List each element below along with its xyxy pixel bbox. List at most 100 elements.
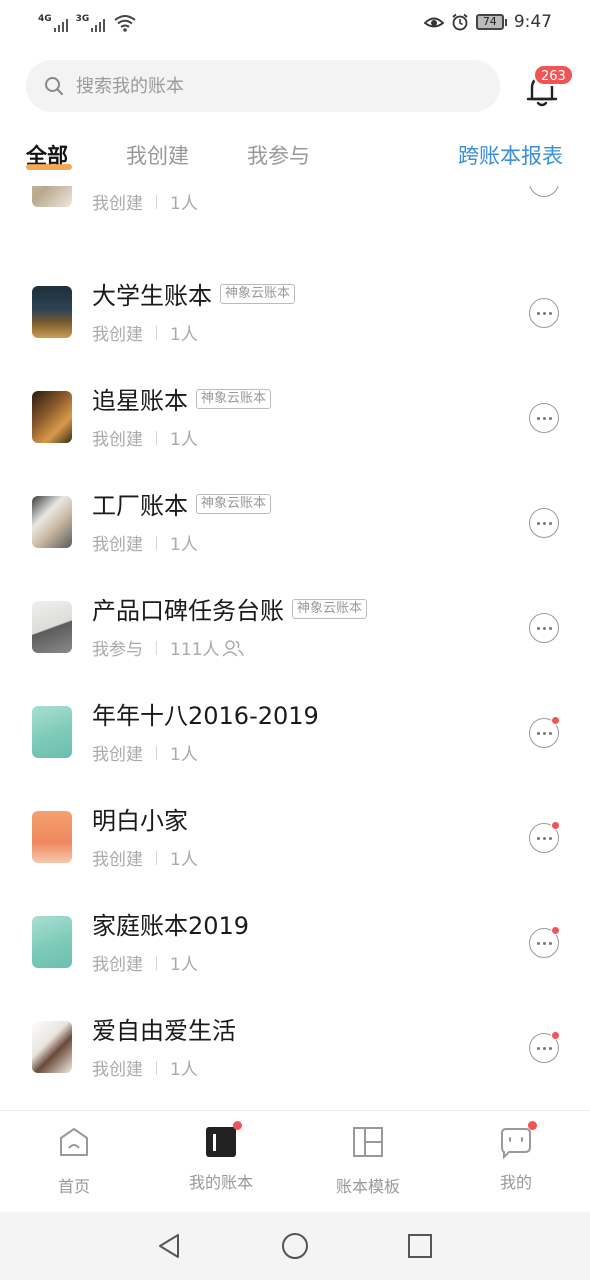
signal-3g: 3G bbox=[76, 14, 106, 32]
book-members: 1人 bbox=[170, 955, 198, 975]
profile-icon bbox=[499, 1121, 537, 1160]
active-tab-indicator bbox=[26, 164, 72, 170]
unread-dot bbox=[551, 821, 560, 830]
list-item[interactable]: 工厂账本 神象云账本 我创建 1人 bbox=[0, 472, 590, 577]
book-cover bbox=[32, 286, 72, 338]
nav-label: 账本模板 bbox=[335, 1177, 400, 1196]
network-type-1: 4G bbox=[38, 14, 52, 24]
book-meta: 我创建 1人 bbox=[92, 425, 198, 450]
network-indicators: 4G 3G bbox=[38, 14, 137, 32]
book-meta: 我创建 1人 bbox=[92, 189, 198, 214]
book-cover bbox=[32, 706, 72, 758]
more-options-icon[interactable] bbox=[529, 1031, 560, 1063]
book-role: 我创建 bbox=[92, 430, 143, 450]
nav-my-books[interactable]: 我的账本 bbox=[166, 1121, 276, 1193]
book-role: 我创建 bbox=[92, 955, 143, 975]
battery-level: 74 bbox=[475, 14, 504, 30]
wifi-icon bbox=[114, 15, 136, 32]
list-item[interactable]: 产品口碑任务台账 神象云账本 我参与 111人 bbox=[0, 577, 590, 682]
nav-home[interactable]: 首页 bbox=[19, 1125, 129, 1197]
book-title: 明白小家 bbox=[92, 807, 188, 835]
more-options-icon[interactable] bbox=[529, 716, 560, 748]
book-role: 我创建 bbox=[92, 1060, 143, 1080]
book-cover bbox=[32, 186, 72, 207]
eye-icon bbox=[423, 17, 444, 28]
nav-label: 我的 bbox=[499, 1173, 532, 1192]
book-meta: 我创建 1人 bbox=[92, 950, 198, 975]
nav-templates[interactable]: 账本模板 bbox=[313, 1125, 423, 1197]
book-members: 1人 bbox=[170, 1060, 198, 1080]
search-input[interactable] bbox=[76, 75, 456, 97]
list-item[interactable]: 家庭账本2019 我创建 1人 bbox=[0, 892, 590, 997]
book-role: 我参与 bbox=[92, 640, 143, 660]
book-meta: 我创建 1人 bbox=[92, 845, 198, 870]
book-role: 我创建 bbox=[92, 535, 143, 555]
book-role: 我创建 bbox=[92, 745, 143, 765]
more-options-icon[interactable] bbox=[529, 508, 559, 538]
book-members: 1人 bbox=[170, 194, 198, 214]
book-title: 家庭账本2019 bbox=[92, 912, 250, 940]
more-options-icon[interactable] bbox=[529, 403, 559, 433]
book-role: 我创建 bbox=[92, 325, 143, 345]
back-icon[interactable] bbox=[156, 1232, 182, 1260]
book-meta: 我创建 1人 bbox=[92, 320, 198, 345]
unread-dot bbox=[551, 926, 560, 935]
list-item[interactable]: 追星账本 神象云账本 我创建 1人 bbox=[0, 367, 590, 472]
book-title: 爱自由爱生活 bbox=[92, 1017, 236, 1045]
notification-badge: 263 bbox=[533, 64, 574, 86]
book-meta: 我创建 1人 bbox=[92, 740, 198, 765]
system-nav-bar bbox=[0, 1212, 590, 1280]
list-item[interactable]: 大学生账本 神象云账本 我创建 1人 bbox=[0, 262, 590, 367]
search-bar[interactable] bbox=[26, 60, 500, 112]
signal-4g: 4G bbox=[38, 14, 68, 32]
book-meta: 我创建 1人 bbox=[92, 1055, 198, 1080]
book-cover bbox=[32, 496, 72, 548]
nav-profile[interactable]: 我的 bbox=[461, 1121, 571, 1193]
book-meta: 我参与 111人 bbox=[92, 635, 245, 660]
book-title: 年年十八2016-2019 bbox=[92, 702, 319, 730]
list-item[interactable]: 明白小家 我创建 1人 bbox=[0, 787, 590, 892]
search-icon bbox=[45, 77, 63, 95]
list-item[interactable]: 我创建 1人 bbox=[0, 186, 590, 236]
recents-icon[interactable] bbox=[407, 1233, 433, 1259]
book-cover bbox=[32, 1021, 72, 1073]
home-circle-icon[interactable] bbox=[281, 1232, 309, 1260]
more-options-icon[interactable] bbox=[529, 186, 559, 197]
book-title: 追星账本 bbox=[92, 387, 188, 415]
unread-dot bbox=[551, 1031, 560, 1040]
book-members: 1人 bbox=[170, 430, 198, 450]
nav-badge-dot bbox=[528, 1121, 537, 1130]
book-members: 1人 bbox=[170, 745, 198, 765]
members-icon bbox=[222, 639, 245, 657]
status-bar: 4G 3G 74 9:47 bbox=[0, 0, 590, 48]
more-options-icon[interactable] bbox=[529, 298, 559, 328]
tab-created[interactable]: 我创建 bbox=[126, 140, 189, 170]
alarm-icon bbox=[452, 13, 468, 31]
cross-book-report-link[interactable]: 跨账本报表 bbox=[458, 140, 563, 170]
template-icon bbox=[353, 1127, 383, 1157]
book-members: 1人 bbox=[170, 850, 198, 870]
nav-label: 我的账本 bbox=[188, 1173, 253, 1192]
book-tag: 神象云账本 bbox=[292, 598, 368, 619]
book-members: 111人 bbox=[170, 640, 220, 660]
book-title: 大学生账本 bbox=[92, 282, 212, 310]
home-icon bbox=[60, 1128, 88, 1156]
unread-dot bbox=[551, 716, 560, 725]
list-item[interactable]: 年年十八2016-2019 我创建 1人 bbox=[0, 682, 590, 787]
battery-indicator: 74 bbox=[475, 14, 507, 30]
book-members: 1人 bbox=[170, 535, 198, 555]
book-title: 工厂账本 bbox=[92, 492, 188, 520]
ledger-icon bbox=[204, 1121, 242, 1159]
more-options-icon[interactable] bbox=[529, 926, 560, 958]
tab-joined[interactable]: 我参与 bbox=[247, 140, 310, 170]
list-item[interactable]: 爱自由爱生活 我创建 1人 bbox=[0, 997, 590, 1102]
more-options-icon[interactable] bbox=[529, 821, 560, 853]
book-tag: 神象云账本 bbox=[196, 493, 272, 514]
book-list: 我创建 1人 大学生账本 神象云账本 我创建 1人 追星账本 神象云账本 我创建… bbox=[0, 186, 590, 1110]
book-cover bbox=[32, 811, 72, 863]
more-options-icon[interactable] bbox=[529, 613, 559, 643]
book-title: 产品口碑任务台账 bbox=[92, 597, 284, 625]
network-type-2: 3G bbox=[75, 14, 90, 24]
book-tag: 神象云账本 bbox=[220, 283, 296, 304]
bottom-nav: 首页 我的账本 账本模板 我的 bbox=[0, 1110, 590, 1212]
